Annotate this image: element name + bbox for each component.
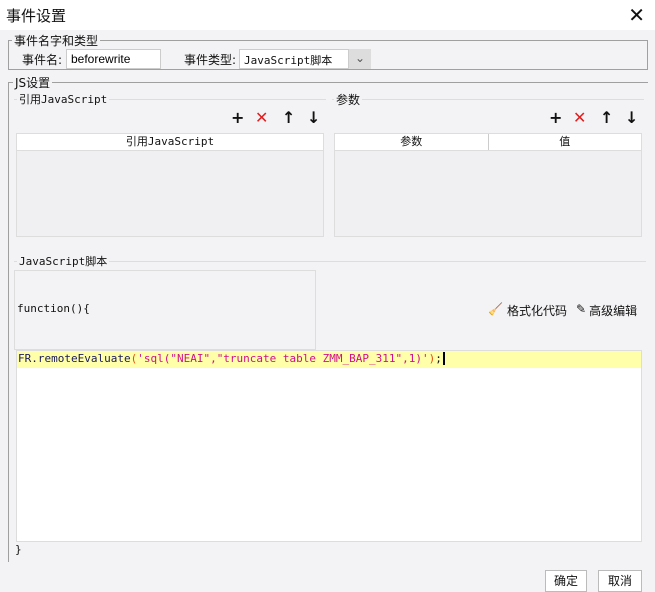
event-type-select[interactable]: JavaScript脚本 [239,49,349,69]
add-icon[interactable]: + [231,108,244,127]
column-header[interactable]: 值 [489,134,642,150]
title-bar [0,0,655,30]
move-up-icon[interactable]: ↑ [282,108,295,127]
column-header[interactable]: 参数 [335,134,489,150]
add-icon[interactable]: + [549,108,562,127]
dialog-title: 事件设置 [6,7,67,25]
function-footer: } [15,543,22,556]
name-type-group-label: 事件名字和类型 [12,32,101,49]
ok-button[interactable]: 确定 [545,570,587,592]
code-token: ; [435,352,442,365]
text-cursor [442,352,445,365]
script-label: JavaScript脚本 [17,253,110,269]
broom-icon: 🧹 [488,302,503,316]
close-button[interactable]: ✕ [628,3,645,27]
chevron-down-icon[interactable]: ⌄ [349,49,371,69]
event-type-label: 事件类型: [184,53,237,67]
ref-js-table[interactable]: 引用JavaScript [16,133,324,237]
advanced-edit-button[interactable]: ✎ 高级编辑 [576,302,637,319]
ref-js-label: 引用JavaScript [17,91,110,107]
delete-icon[interactable]: ✕ [255,108,268,127]
move-up-icon[interactable]: ↑ [600,108,613,127]
format-code-label: 格式化代码 [506,304,567,318]
event-name-label: 事件名: [22,53,63,67]
move-down-icon[interactable]: ↓ [625,108,638,127]
code-token: FR.remoteEvaluate [18,352,131,365]
params-label: 参数 [334,91,363,108]
code-token: 'sql("NEAI","truncate table ZMM_BAP_311"… [137,352,429,365]
move-down-icon[interactable]: ↓ [307,108,320,127]
code-line: FR.remoteEvaluate('sql("NEAI","truncate … [17,351,641,368]
cancel-button[interactable]: 取消 [598,570,642,592]
column-header[interactable]: 引用JavaScript [17,134,323,151]
function-header: function(){ [17,302,90,315]
code-editor[interactable]: FR.remoteEvaluate('sql("NEAI","truncate … [16,350,642,542]
event-name-input[interactable] [66,49,161,69]
js-group-label: JS设置 [13,74,53,91]
edit-icon: ✎ [576,302,587,316]
advanced-edit-label: 高级编辑 [589,304,638,318]
format-code-button[interactable]: 🧹 格式化代码 [488,302,567,319]
delete-icon[interactable]: ✕ [573,108,586,127]
params-table[interactable]: 参数 值 [334,133,642,237]
divider [332,99,644,100]
